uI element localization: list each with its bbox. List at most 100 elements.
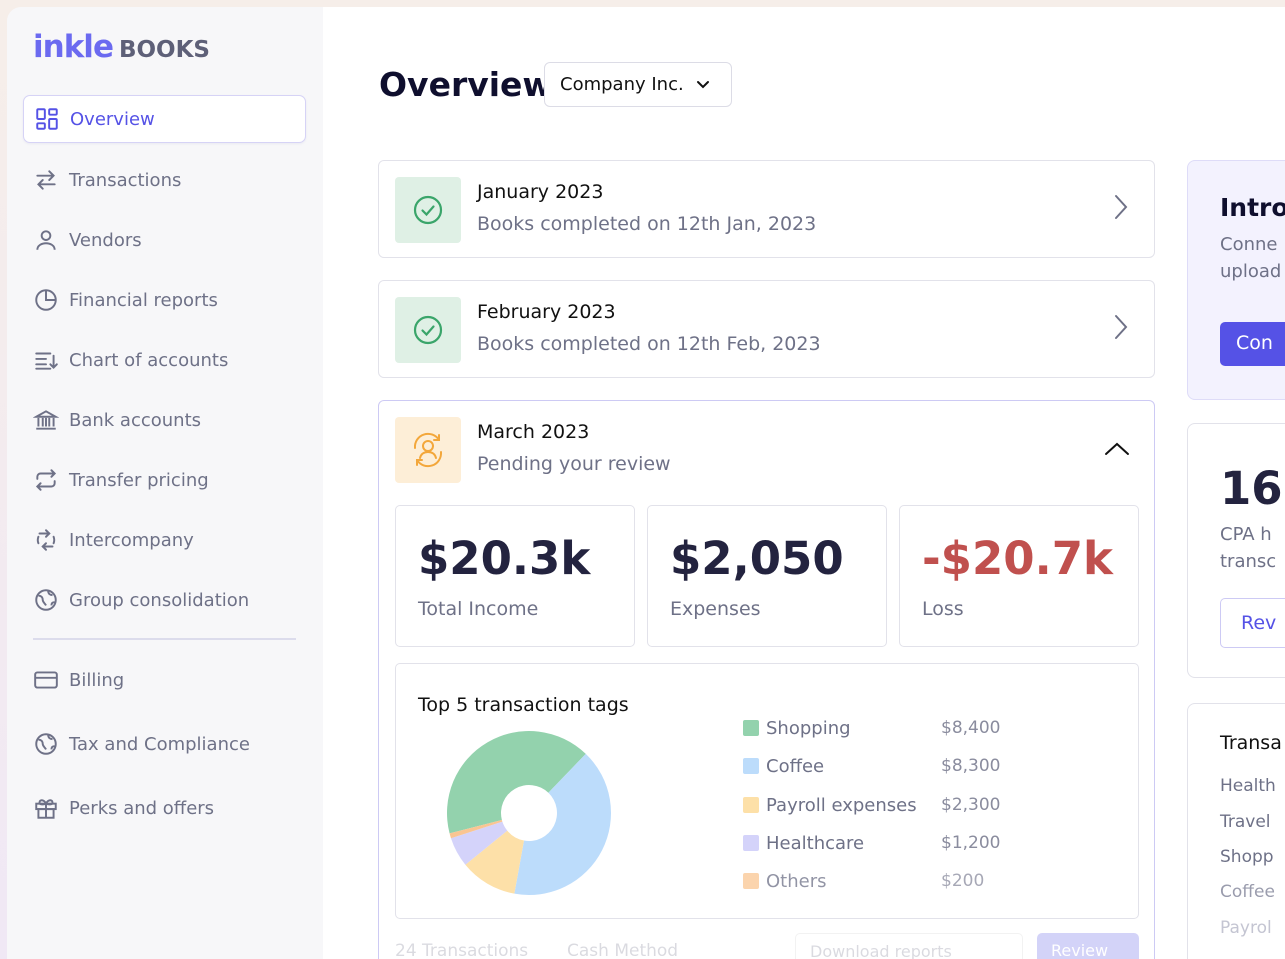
sidebar-item-financial-reports[interactable]: Financial reports <box>23 276 306 324</box>
month-name: February 2023 <box>477 301 616 323</box>
intro-line: upload <box>1220 261 1282 282</box>
sidebar-item-tax-and-compliance[interactable]: Tax and Compliance <box>23 720 306 768</box>
sidebar-item-label: Tax and Compliance <box>69 733 250 755</box>
review-cpa-button[interactable]: Rev <box>1220 598 1285 648</box>
sidebar-item-label: Intercompany <box>69 529 194 551</box>
card-icon <box>33 667 59 693</box>
legend-name: Shopping <box>766 717 851 739</box>
sidebar-item-overview[interactable]: Overview <box>23 95 306 143</box>
status-box <box>395 417 461 483</box>
sidebar-item-label: Overview <box>70 108 155 130</box>
main-content: Overview Company Inc. January 2023 Books… <box>323 7 1285 959</box>
globe-icon <box>33 587 59 613</box>
month-card-february[interactable]: February 2023 Books completed on 12th Fe… <box>378 280 1155 378</box>
status-box <box>395 177 461 243</box>
logo-sub: BOOKS <box>118 37 210 63</box>
legend-name: Payroll expenses <box>766 794 917 816</box>
sidebar-item-group-consolidation[interactable]: Group consolidation <box>23 576 306 624</box>
logo-main: inkle <box>33 29 114 65</box>
sidebar-item-label: Chart of accounts <box>69 349 229 371</box>
logo[interactable]: inkle BOOKS <box>33 29 210 65</box>
legend-swatch <box>743 873 759 889</box>
accounting-method: Cash Method <box>567 941 679 959</box>
transactions-count: 24 Transactions <box>395 941 529 959</box>
stat-value: $2,050 <box>670 532 844 585</box>
review-button[interactable]: Review <box>1037 933 1139 959</box>
check-circle-icon <box>413 195 443 225</box>
chevron-right-icon[interactable] <box>1114 194 1128 224</box>
month-name: January 2023 <box>477 181 604 203</box>
legend-name: Coffee <box>766 755 825 777</box>
sidebar-item-transactions[interactable]: Transactions <box>23 156 306 204</box>
sidebar-item-intercompany[interactable]: Intercompany <box>23 516 306 564</box>
pending-review-icon <box>413 432 443 468</box>
tags-title: Top 5 transaction tags <box>418 694 629 716</box>
sidebar-item-bank-accounts[interactable]: Bank accounts <box>23 396 306 444</box>
legend-name: Healthcare <box>766 832 865 854</box>
legend-item: Others $200 <box>743 870 984 892</box>
bottom-bar: 24 Transactions Cash Method Download rep… <box>395 933 1139 959</box>
download-reports-button[interactable]: Download reports <box>795 933 1023 959</box>
legend-swatch <box>743 797 759 813</box>
top-tags-card: Top 5 transaction tags Shopping $8,400 C… <box>395 663 1139 919</box>
check-circle-icon <box>413 315 443 345</box>
cpa-number: 16 . <box>1220 462 1285 515</box>
chevron-right-icon[interactable] <box>1114 314 1128 344</box>
chevron-down-icon <box>696 74 710 95</box>
legend-item: Healthcare $1,200 <box>743 832 1000 854</box>
sidebar-item-label: Billing <box>69 669 125 691</box>
gift-icon <box>33 795 59 821</box>
status-box <box>395 297 461 363</box>
sidebar-item-billing[interactable]: Billing <box>23 656 306 704</box>
transactions-card-item: Payrol <box>1220 918 1272 938</box>
sidebar-item-label: Bank accounts <box>69 409 202 431</box>
grid-icon <box>34 106 60 132</box>
legend-item: Payroll expenses $2,300 <box>743 794 1000 816</box>
legend-swatch <box>743 835 759 851</box>
user-icon <box>33 227 59 253</box>
month-status: Books completed on 12th Jan, 2023 <box>477 213 817 235</box>
chevron-up-icon[interactable] <box>1104 441 1130 460</box>
transactions-card-item: Travel <box>1220 812 1271 832</box>
legend-item: Coffee $8,300 <box>743 755 1000 777</box>
cpa-card: 16 . CPA h transc Rev <box>1187 423 1285 678</box>
legend-swatch <box>743 720 759 736</box>
cpa-line: transc <box>1220 551 1277 572</box>
arrows-swap-icon <box>33 167 59 193</box>
intro-line: Conne <box>1220 234 1278 255</box>
sidebar-item-transfer-pricing[interactable]: Transfer pricing <box>23 456 306 504</box>
sidebar-item-label: Transactions <box>69 169 182 191</box>
month-card-january[interactable]: January 2023 Books completed on 12th Jan… <box>378 160 1155 258</box>
stat-label: Loss <box>922 598 964 620</box>
sidebar-item-label: Perks and offers <box>69 797 215 819</box>
transactions-card-title: Transa <box>1220 732 1282 754</box>
transactions-card-item: Health <box>1220 776 1276 796</box>
sidebar-item-vendors[interactable]: Vendors <box>23 216 306 264</box>
connect-button[interactable]: Con <box>1220 322 1285 366</box>
company-select[interactable]: Company Inc. <box>544 62 732 107</box>
stat-card-income: $20.3k Total Income <box>395 505 635 647</box>
legend-amount: $8,300 <box>941 756 1001 776</box>
cpa-line: CPA h <box>1220 524 1272 545</box>
stat-card-loss: -$20.7k Loss <box>899 505 1139 647</box>
tags-donut-chart <box>447 731 611 895</box>
stat-value: $20.3k <box>418 532 591 585</box>
sidebar-item-chart-of-accounts[interactable]: Chart of accounts <box>23 336 306 384</box>
intercompany-icon <box>33 527 59 553</box>
globe-icon <box>33 731 59 757</box>
transactions-card-item: Shopp <box>1220 847 1274 867</box>
stat-value: -$20.7k <box>922 532 1113 585</box>
page-title: Overview <box>379 65 553 104</box>
sidebar-item-perks-and-offers[interactable]: Perks and offers <box>23 784 306 832</box>
sidebar-divider <box>33 638 296 640</box>
sidebar-item-label: Financial reports <box>69 289 218 311</box>
month-status: Books completed on 12th Feb, 2023 <box>477 333 821 355</box>
sidebar-item-label: Transfer pricing <box>69 469 209 491</box>
legend-item: Shopping $8,400 <box>743 717 1000 739</box>
transactions-card-item: Coffee <box>1220 882 1275 902</box>
sidebar-item-label: Group consolidation <box>69 589 250 611</box>
legend-amount: $200 <box>941 871 985 891</box>
pie-icon <box>33 287 59 313</box>
legend-amount: $1,200 <box>941 833 1001 853</box>
legend-swatch <box>743 758 759 774</box>
